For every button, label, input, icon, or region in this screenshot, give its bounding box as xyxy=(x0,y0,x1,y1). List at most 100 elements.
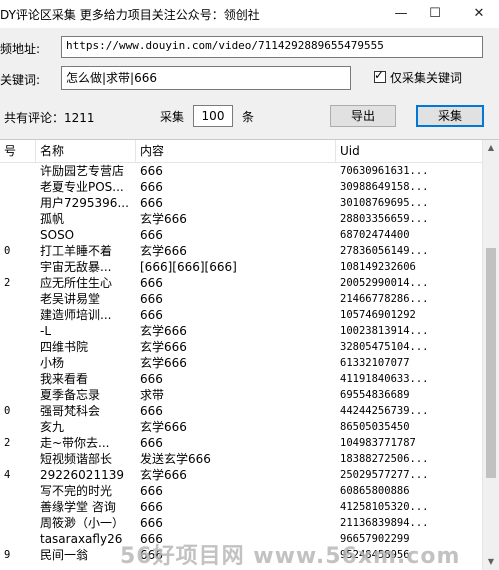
row-uid: 30108769695... xyxy=(340,197,429,209)
row-index xyxy=(0,323,36,339)
row-name: 应无所住生心 xyxy=(40,276,113,290)
column-header-name[interactable]: 名称 xyxy=(36,140,136,162)
row-content: 666 xyxy=(140,308,163,322)
minimize-button[interactable]: — xyxy=(388,4,414,24)
table-row[interactable]: 小杨 玄学666 61332107077 xyxy=(0,355,483,371)
table-row[interactable]: 善缘学堂 咨询 666 41258105320... xyxy=(0,499,483,515)
table-row[interactable]: 宇宙无敌暴... [666][666][666] 108149232606 xyxy=(0,259,483,275)
row-content: 666 xyxy=(140,276,163,290)
row-index xyxy=(0,211,36,227)
row-uid: 10023813914... xyxy=(340,325,429,337)
row-name: 老夏专业POS... xyxy=(40,180,124,194)
row-content: 666 xyxy=(140,164,163,178)
row-uid: 108149232606 xyxy=(340,261,416,273)
url-input[interactable]: https://www.douyin.com/video/71142928896… xyxy=(61,36,483,58)
only-keyword-checkbox[interactable]: ✓ 仅采集关键词 xyxy=(374,68,462,86)
table-row[interactable]: 老吴讲易堂 666 21466778286... xyxy=(0,291,483,307)
keyword-label: 关键词: xyxy=(0,73,41,87)
row-name: 四维书院 xyxy=(40,340,89,354)
row-content: 666 xyxy=(140,436,163,450)
row-content: 玄学666 xyxy=(140,324,187,338)
scroll-up-icon[interactable]: ▲ xyxy=(483,140,499,156)
comments-table[interactable]: 号 名称 内容 Uid 许励园艺专营店 666 70630961631... 老夏专业… xyxy=(0,139,499,570)
column-header-uid[interactable]: Uid xyxy=(336,140,483,162)
table-row[interactable]: 夏季备忘录 求带 69554836689 xyxy=(0,387,483,403)
row-uid: 70630961631... xyxy=(340,165,429,177)
table-row[interactable]: 老夏专业POS... 666 30988649158... xyxy=(0,179,483,195)
row-name: 老吴讲易堂 xyxy=(40,292,101,306)
row-name: 孤帆 xyxy=(40,212,65,226)
table-row[interactable]: 周筱渺（小一） 666 21136839894... xyxy=(0,515,483,531)
row-name: 亥九 xyxy=(40,420,65,434)
row-content: 666 xyxy=(140,500,163,514)
table-row[interactable]: 亥九 玄学666 86505035450 xyxy=(0,419,483,435)
table-row[interactable]: 孤帆 玄学666 28803356659... xyxy=(0,211,483,227)
table-header: 号 名称 内容 Uid xyxy=(0,140,483,163)
collect-button[interactable]: 采集 xyxy=(416,105,484,127)
row-uid: 30988649158... xyxy=(340,181,429,193)
row-index xyxy=(0,163,36,179)
column-header-index[interactable]: 号 xyxy=(0,140,36,162)
table-row[interactable]: 2 应无所住生心 666 20052990014... xyxy=(0,275,483,291)
close-button[interactable]: ✕ xyxy=(466,4,492,24)
row-content: 发送玄学666 xyxy=(140,452,211,466)
scroll-down-icon[interactable]: ▼ xyxy=(483,554,499,570)
row-uid: 32805475104... xyxy=(340,341,429,353)
table-row[interactable]: 用户7295396... 666 30108769695... xyxy=(0,195,483,211)
keyword-input[interactable]: 怎么做|求带|666 xyxy=(61,66,351,90)
row-content: 666 xyxy=(140,484,163,498)
vertical-scrollbar[interactable]: ▲ ▼ xyxy=(482,140,499,570)
table-row[interactable]: 建造师培训... 666 105746901292 xyxy=(0,307,483,323)
row-name: 宇宙无敌暴... xyxy=(40,260,112,274)
table-row[interactable]: 四维书院 玄学666 32805475104... xyxy=(0,339,483,355)
export-button[interactable]: 导出 xyxy=(330,105,396,127)
table-row[interactable]: 2 走~带你去... 666 104983771787 xyxy=(0,435,483,451)
table-row[interactable]: 写不完的时光 666 60865800886 xyxy=(0,483,483,499)
table-row[interactable]: 我来看看 666 41191840633... xyxy=(0,371,483,387)
row-content: 666 xyxy=(140,292,163,306)
row-index xyxy=(0,179,36,195)
table-row[interactable]: -L 玄学666 10023813914... xyxy=(0,323,483,339)
row-name: 写不完的时光 xyxy=(40,484,113,498)
row-content: 玄学666 xyxy=(140,244,187,258)
checkbox-box[interactable]: ✓ xyxy=(374,68,386,83)
row-uid: 27836056149... xyxy=(340,245,429,257)
row-content: 玄学666 xyxy=(140,212,187,226)
only-keyword-label: 仅采集关键词 xyxy=(390,70,463,85)
row-index xyxy=(0,531,36,547)
table-row[interactable]: 短视频谐部长 发送玄学666 18388272506... xyxy=(0,451,483,467)
row-uid: 60865800886 xyxy=(340,485,410,497)
row-index xyxy=(0,515,36,531)
row-name: 29226021139 xyxy=(40,468,124,482)
row-index: 4 xyxy=(4,469,11,481)
row-index: 0 xyxy=(4,405,11,417)
row-index xyxy=(0,339,36,355)
row-content: 666 xyxy=(140,180,163,194)
url-label: 频地址: xyxy=(0,42,41,56)
row-index xyxy=(0,387,36,403)
row-index xyxy=(0,355,36,371)
maximize-button[interactable]: ☐ xyxy=(422,4,448,24)
column-header-content[interactable]: 内容 xyxy=(136,140,336,162)
collect-count-input[interactable]: 100 xyxy=(193,105,233,127)
row-uid: 41258105320... xyxy=(340,501,429,513)
table-row[interactable]: 0 强哥梵科会 666 44244256739... xyxy=(0,403,483,419)
row-index xyxy=(0,307,36,323)
row-index: 9 xyxy=(4,549,11,561)
unit-label: 条 xyxy=(242,110,255,124)
table-row[interactable]: 4 29226021139 玄学666 25029577277... xyxy=(0,467,483,483)
row-index xyxy=(0,291,36,307)
row-name: 周筱渺（小一） xyxy=(40,516,125,530)
row-name: 用户7295396... xyxy=(40,196,129,210)
table-row[interactable]: 0 打工羊睡不着 玄学666 27836056149... xyxy=(0,243,483,259)
row-name: 我来看看 xyxy=(40,372,89,386)
row-name: 短视频谐部长 xyxy=(40,452,113,466)
row-name: -L xyxy=(40,324,52,338)
row-uid: 68702474400 xyxy=(340,229,410,241)
row-index xyxy=(0,499,36,515)
row-index xyxy=(0,483,36,499)
table-row[interactable]: SOSO 666 68702474400 xyxy=(0,227,483,243)
table-row[interactable]: 许励园艺专营店 666 70630961631... xyxy=(0,163,483,179)
total-comments-label: 共有评论：1211 xyxy=(4,111,95,125)
scrollbar-thumb[interactable] xyxy=(486,248,496,479)
